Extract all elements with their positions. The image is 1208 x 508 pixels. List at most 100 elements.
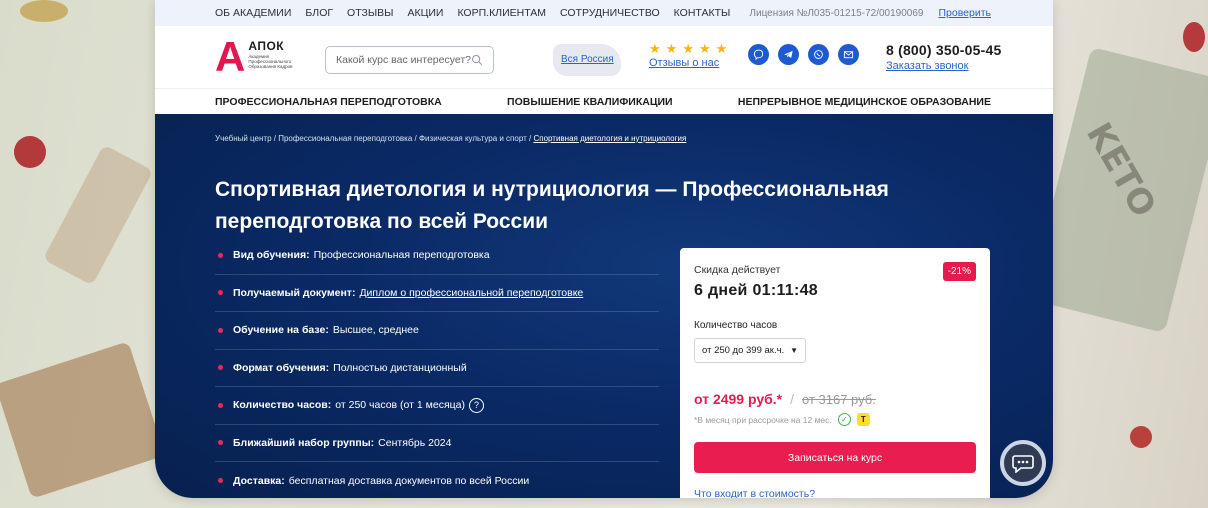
top-link-contacts[interactable]: КОНТАКТЫ (674, 7, 731, 19)
price-separator: / (790, 391, 795, 407)
nav-item-qualification[interactable]: ПОВЫШЕНИЕ КВАЛИФИКАЦИИ (507, 96, 673, 108)
top-link-blog[interactable]: БЛОГ (305, 7, 333, 19)
top-link-about[interactable]: ОБ АКАДЕМИИ (215, 7, 291, 19)
main-nav: ПРОФЕССИОНАЛЬНАЯ ПЕРЕПОДГОТОВКА ПОВЫШЕНИ… (155, 88, 1053, 114)
old-price: от 3167 руб. (802, 392, 876, 407)
top-link-corporate[interactable]: КОРП.КЛИЕНТАМ (457, 7, 546, 19)
top-link-partnership[interactable]: СОТРУДНИЧЕСТВО (560, 7, 660, 19)
course-facts: Вид обучения: Профессиональная переподго… (215, 237, 659, 498)
banana-decoration (20, 0, 68, 22)
browser-page: ОБ АКАДЕМИИ БЛОГ ОТЗЫВЫ АКЦИИ КОРП.КЛИЕН… (155, 0, 1053, 498)
bullet-icon (218, 327, 223, 333)
top-bar: ОБ АКАДЕМИИ БЛОГ ОТЗЫВЫ АКЦИИ КОРП.КЛИЕН… (155, 0, 1053, 26)
mail-icon[interactable] (838, 44, 859, 65)
bullet-icon (218, 478, 223, 484)
fact-value: Профессиональная переподготовка (313, 249, 490, 262)
top-link-reviews[interactable]: ОТЗЫВЫ (347, 7, 393, 19)
hours-select[interactable]: от 250 до 399 ак.ч. ▼ (694, 338, 806, 363)
phone-number[interactable]: 8 (800) 350-05-45 (886, 42, 1001, 58)
breadcrumb-current[interactable]: Спортивная диетология и нутрициология (533, 134, 686, 143)
star-icon: ★ (698, 41, 711, 56)
hours-label: Количество часов (694, 320, 778, 331)
price-details-link[interactable]: Что входит в стоимость? (694, 488, 976, 498)
logo-text: АПОК Академия Профессионального Образова… (248, 39, 294, 70)
current-price: от 2499 руб.* (694, 391, 783, 407)
sber-icon: ✓ (837, 413, 851, 426)
fact-row: Вид обучения: Профессиональная переподго… (215, 237, 659, 275)
breadcrumb: Учебный центр / Профессиональная перепод… (215, 134, 687, 143)
installment-text: *В месяц при рассрочке на 12 мес. (694, 414, 832, 425)
nav-item-retraining[interactable]: ПРОФЕССИОНАЛЬНАЯ ПЕРЕПОДГОТОВКА (215, 96, 442, 108)
site-header: А АПОК Академия Профессионального Образо… (155, 26, 1053, 88)
fact-value: от 250 часов (от 1 месяца) (335, 399, 465, 412)
fact-value: Сентябрь 2024 (378, 436, 452, 449)
chevron-down-icon: ▼ (790, 346, 798, 355)
help-icon[interactable]: ? (468, 397, 484, 413)
fact-value: Полностью дистанционный (333, 361, 467, 374)
fact-value: Высшее, среднее (332, 324, 419, 337)
bullet-icon (218, 252, 223, 258)
fact-label: Обучение на базе: (233, 324, 329, 337)
logo[interactable]: А АПОК Академия Профессионального Образо… (215, 33, 315, 80)
cutting-board-decoration (0, 341, 166, 499)
fact-label: Получаемый документ: (233, 286, 356, 299)
chat-widget-button[interactable] (1000, 440, 1046, 486)
fact-value: бесплатная доставка документов по всей Р… (288, 474, 530, 487)
page-title: Спортивная диетология и нутрициология — … (215, 178, 889, 233)
price-row: от 2499 руб.* / от 3167 руб. (694, 391, 976, 407)
reviews-link[interactable]: Отзывы о нас (649, 57, 727, 69)
bullet-icon (218, 440, 223, 446)
breadcrumb-item[interactable]: Физическая культура и спорт (419, 134, 527, 143)
logo-name: АПОК (248, 39, 285, 53)
fact-row: Формат обучения: Полностью дистанционный (215, 350, 659, 387)
viber-icon[interactable] (748, 44, 769, 65)
fact-label: Доставка: (233, 474, 285, 487)
social-links (748, 44, 859, 65)
document-link[interactable]: Диплом о профессиональной переподготовке (359, 287, 583, 299)
search-input[interactable] (336, 54, 471, 66)
callback-link[interactable]: Заказать звонок (886, 60, 1001, 72)
discount-badge: -21% (942, 262, 976, 281)
search-icon[interactable] (471, 53, 483, 67)
discount-timer: 6 дней 01:11:48 (694, 282, 819, 299)
fact-row: Количество часов: от 250 часов (от 1 мес… (215, 387, 659, 425)
logo-subtitle: Академия Профессионального Образования К… (248, 54, 293, 70)
enroll-button[interactable]: Записаться на курс (694, 442, 976, 473)
rating-block: ★ ★ ★ ★ ★ Отзывы о нас (649, 42, 727, 69)
hours-select-value: от 250 до 399 ак.ч. (702, 345, 785, 356)
region-selector[interactable]: Вся Россия (553, 40, 621, 80)
breadcrumb-item[interactable]: Профессиональная переподготовка (278, 134, 412, 143)
rating-stars: ★ ★ ★ ★ ★ (649, 42, 727, 55)
star-icon: ★ (715, 41, 728, 56)
whatsapp-icon[interactable] (808, 44, 829, 65)
star-icon: ★ (682, 41, 694, 56)
bullet-icon (218, 402, 223, 408)
nav-item-medical-education[interactable]: НЕПРЕРЫВНОЕ МЕДИЦИНСКОЕ ОБРАЗОВАНИЕ (738, 96, 991, 108)
search-box[interactable] (325, 46, 494, 74)
course-hero: Учебный центр / Профессиональная перепод… (155, 114, 1053, 498)
berry-decoration (1130, 426, 1152, 448)
price-card: Скидка действует 6 дней 01:11:48 -21% Ко… (680, 248, 990, 498)
fact-label: Количество часов: (233, 399, 332, 412)
fact-row: Доставка: бесплатная доставка документов… (215, 462, 659, 498)
logo-letter: А (215, 33, 246, 80)
breadcrumb-item[interactable]: Учебный центр (215, 134, 272, 143)
region-label[interactable]: Вся Россия (561, 54, 614, 65)
telegram-icon[interactable] (778, 44, 799, 65)
star-icon: ★ (649, 41, 661, 56)
license-check-link[interactable]: Проверить (938, 7, 991, 19)
fact-row: Обучение на базе: Высшее, среднее (215, 312, 659, 350)
berry-decoration (1183, 22, 1205, 52)
installment-note: *В месяц при рассрочке на 12 мес. ✓ T (694, 413, 976, 426)
fact-label: Ближайший набор группы: (233, 436, 375, 449)
discount-label: Скидка действует (694, 264, 781, 276)
fact-label: Вид обучения: (233, 249, 310, 262)
tinkoff-icon: T (856, 413, 870, 426)
bullet-icon (218, 290, 223, 296)
fact-label: Формат обучения: (233, 361, 330, 374)
knife-decoration (42, 144, 154, 286)
fact-row: Получаемый документ: Диплом о профессион… (215, 275, 659, 312)
fact-row: Ближайший набор группы: Сентябрь 2024 (215, 425, 659, 462)
top-links: ОБ АКАДЕМИИ БЛОГ ОТЗЫВЫ АКЦИИ КОРП.КЛИЕН… (215, 7, 730, 19)
top-link-promo[interactable]: АКЦИИ (407, 7, 443, 19)
